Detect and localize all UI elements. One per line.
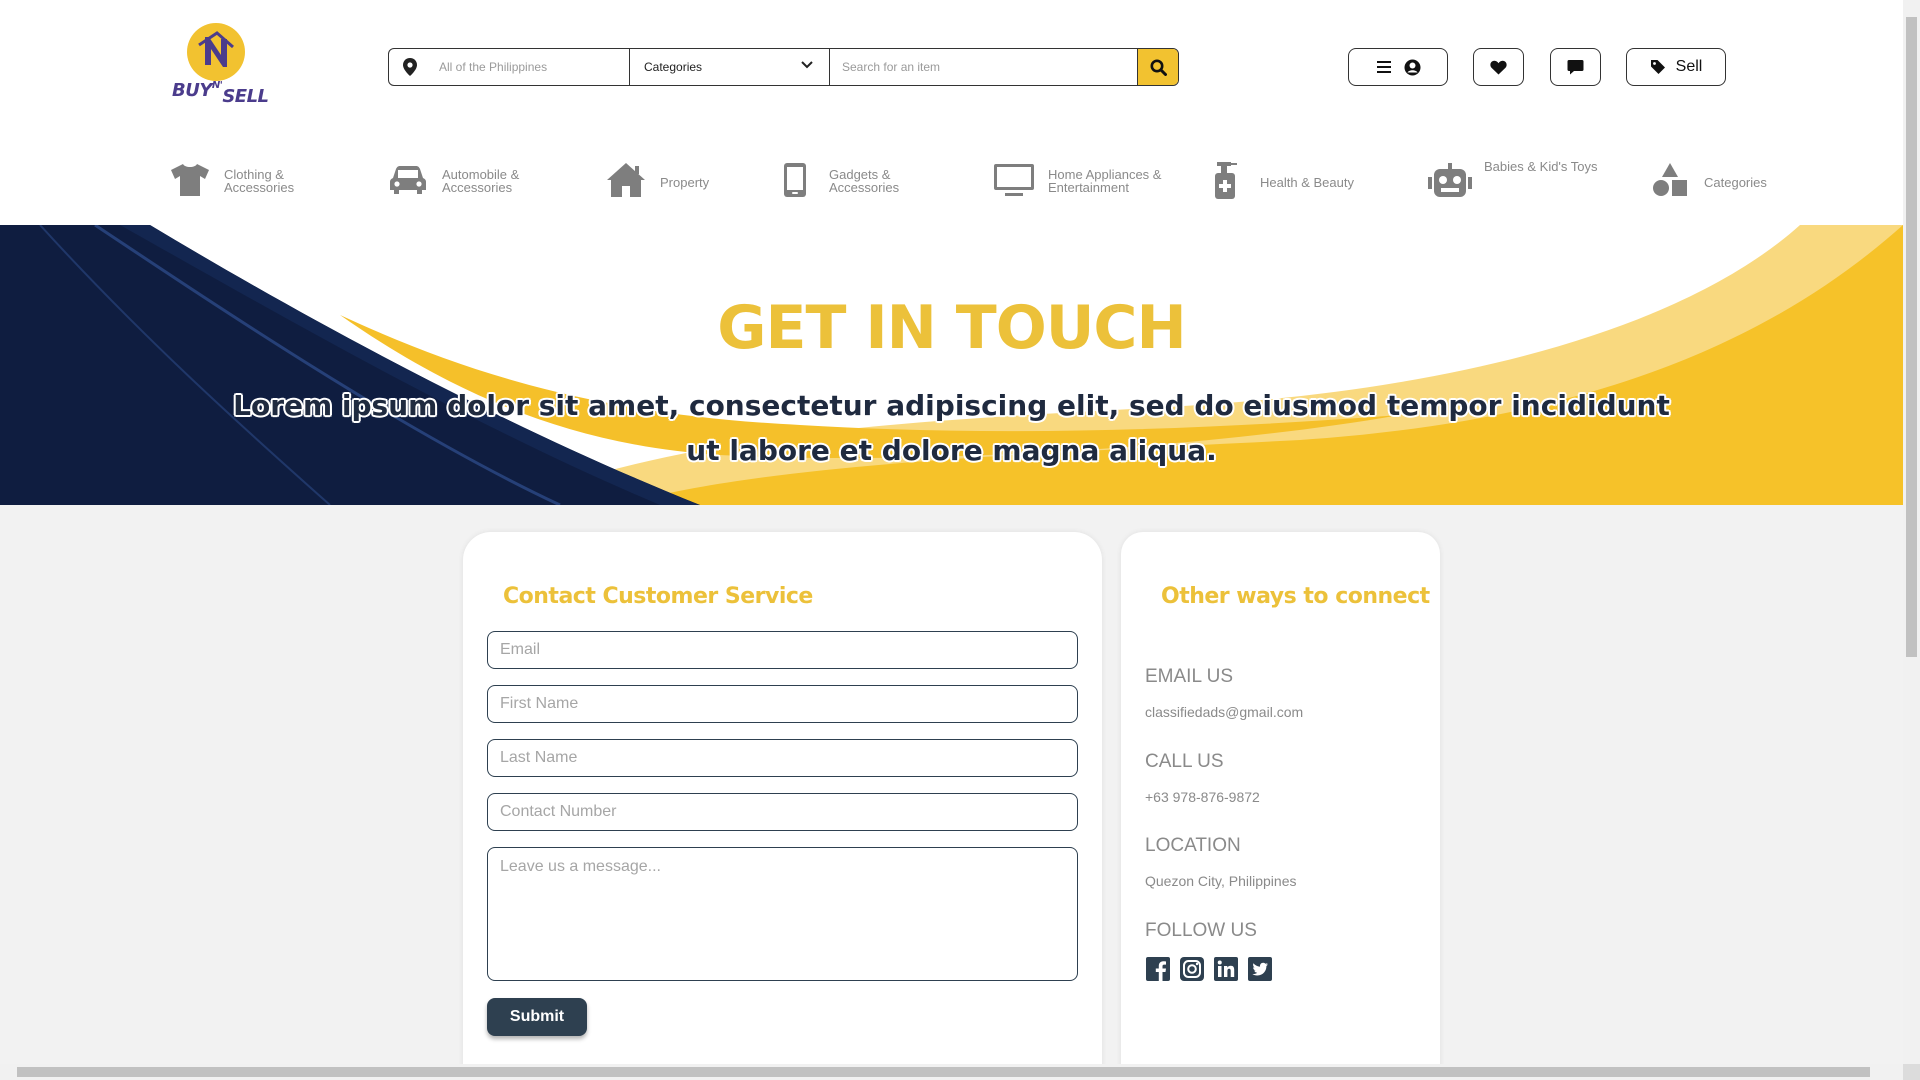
search-button[interactable] — [1137, 49, 1178, 85]
email-heading: EMAIL US — [1145, 666, 1233, 687]
item-search-field[interactable] — [830, 49, 1137, 85]
location-input[interactable] — [389, 49, 629, 85]
email-value[interactable]: classifiedads@gmail.com — [1145, 704, 1303, 720]
phone-icon — [773, 158, 817, 202]
car-icon — [386, 158, 430, 202]
price-tag-icon — [1650, 60, 1665, 74]
phone-value[interactable]: +63 978-876-9872 — [1145, 789, 1260, 805]
other-ways-title: Other ways to connect — [1161, 584, 1430, 609]
first-name-field[interactable] — [487, 685, 1078, 723]
shapes-icon — [1648, 158, 1692, 202]
category-babies-toys[interactable]: Babies & Kid's Toys — [1428, 160, 1614, 210]
contact-form-title: Contact Customer Service — [503, 584, 813, 609]
category-automobile[interactable]: Automobile & Accessories — [386, 160, 572, 210]
category-label: Property — [660, 175, 710, 190]
favorites-button[interactable] — [1473, 48, 1524, 86]
horizontal-scrollbar[interactable] — [0, 1064, 1903, 1080]
vertical-scrollbar-thumb[interactable] — [1906, 17, 1917, 657]
chat-bubble-icon — [1567, 60, 1584, 75]
category-label: Home Appliances & Entertainment — [1048, 167, 1162, 195]
page: BUYN'SELL Categories — [0, 0, 1903, 1064]
user-circle-icon — [1404, 59, 1420, 75]
location-pin-icon — [403, 58, 417, 76]
linkedin-icon[interactable] — [1213, 956, 1239, 982]
twitter-icon[interactable] — [1247, 956, 1273, 982]
robot-icon — [1428, 158, 1472, 202]
account-menu-button[interactable] — [1348, 48, 1448, 86]
hero-title: GET IN TOUCH — [717, 293, 1186, 363]
category-label: Clothing & Accessories — [224, 167, 295, 195]
hero-banner: GET IN TOUCH Lorem ipsum dolor sit amet,… — [0, 225, 1903, 505]
category-nav: Clothing & Accessories Automobile & Acce… — [0, 150, 1903, 210]
category-property[interactable]: Property — [604, 160, 790, 210]
category-select-label: Categories — [644, 60, 703, 74]
other-ways-card: Other ways to connect EMAIL US classifie… — [1121, 532, 1440, 1064]
heart-icon — [1490, 60, 1507, 74]
location-field[interactable] — [389, 49, 630, 85]
tshirt-icon — [168, 158, 212, 202]
social-links — [1145, 956, 1273, 982]
hero-subtitle: Lorem ipsum dolor sit amet, consectetur … — [233, 389, 1670, 467]
category-label: Health & Beauty — [1260, 175, 1354, 190]
category-label: Gadgets & Accessories — [829, 167, 900, 195]
item-search-input[interactable] — [840, 49, 1137, 85]
call-heading: CALL US — [1145, 751, 1224, 772]
messages-button[interactable] — [1550, 48, 1601, 86]
logo-wordmark: BUYN'SELL — [172, 80, 269, 107]
pump-bottle-icon — [1204, 158, 1248, 202]
category-gadgets[interactable]: Gadgets & Accessories — [773, 160, 959, 210]
buy-n-sell-logo[interactable]: BUYN'SELL — [168, 22, 269, 108]
house-icon — [604, 158, 648, 202]
facebook-icon[interactable] — [1145, 956, 1171, 982]
email-field[interactable] — [487, 631, 1078, 669]
location-heading: LOCATION — [1145, 835, 1241, 856]
message-field[interactable] — [487, 847, 1078, 981]
instagram-icon[interactable] — [1179, 956, 1205, 982]
tv-icon — [992, 158, 1036, 202]
category-label: Categories — [1704, 175, 1767, 190]
category-all[interactable]: Categories — [1648, 160, 1834, 210]
hamburger-icon — [1376, 61, 1391, 73]
last-name-field[interactable] — [487, 739, 1078, 777]
category-label: Automobile & Accessories — [442, 167, 520, 195]
scrollbar-corner — [1903, 1064, 1920, 1080]
contact-form-card: Contact Customer Service Submit — [463, 532, 1102, 1064]
category-label: Babies & Kid's Toys — [1484, 159, 1598, 174]
submit-button[interactable]: Submit — [487, 998, 587, 1036]
category-home-appliances[interactable]: Home Appliances & Entertainment — [992, 160, 1178, 210]
location-value: Quezon City, Philippines — [1145, 873, 1297, 889]
follow-heading: FOLLOW US — [1145, 920, 1257, 941]
search-icon — [1150, 59, 1167, 76]
search-bar: Categories — [388, 48, 1179, 86]
vertical-scrollbar[interactable] — [1903, 0, 1920, 1064]
chevron-down-icon — [801, 61, 813, 69]
category-clothing[interactable]: Clothing & Accessories — [168, 160, 354, 210]
category-health-beauty[interactable]: Health & Beauty — [1204, 160, 1390, 210]
site-header: BUYN'SELL Categories — [0, 0, 1903, 225]
category-select[interactable]: Categories — [630, 49, 830, 85]
contact-number-field[interactable] — [487, 793, 1078, 831]
sell-button-label: Sell — [1675, 58, 1703, 75]
sell-button[interactable]: Sell — [1626, 48, 1726, 86]
horizontal-scrollbar-thumb[interactable] — [17, 1067, 1870, 1077]
logo-badge — [187, 23, 245, 81]
